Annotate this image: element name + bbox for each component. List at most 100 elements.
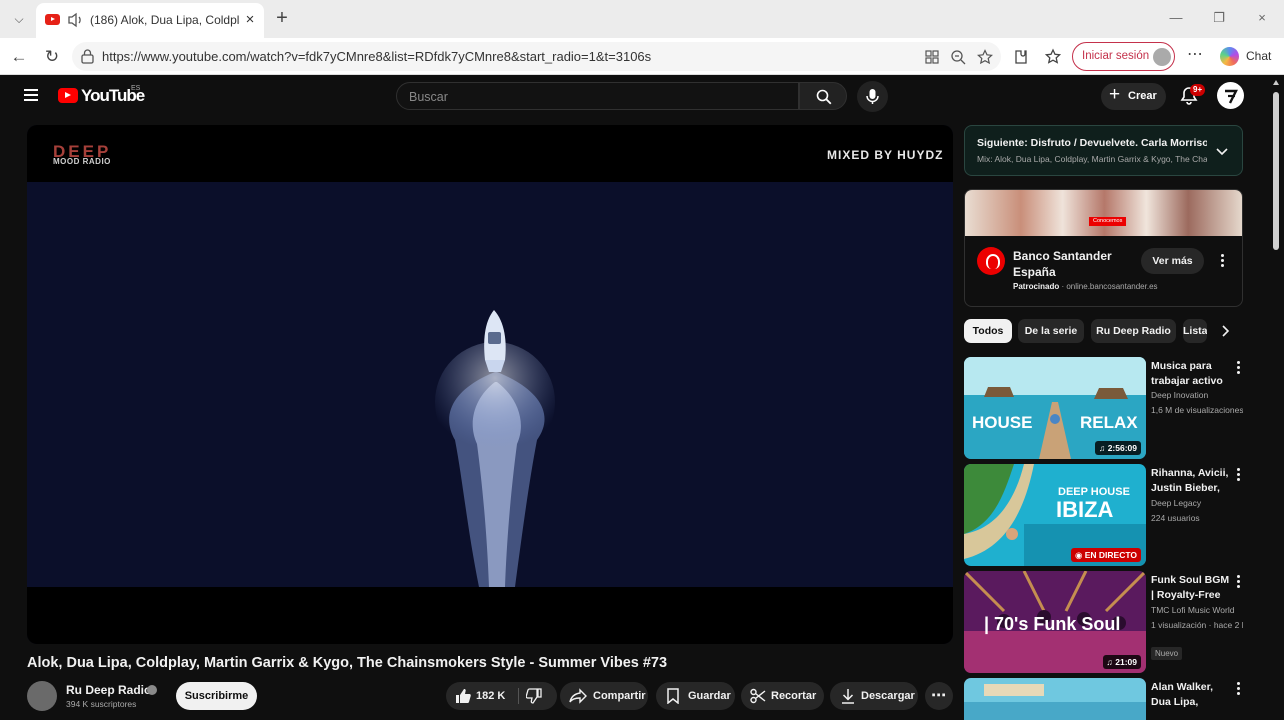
chip-de-la-serie[interactable]: De la serie [1018,319,1084,343]
browser-tab-active[interactable]: (186) Alok, Dua Lipa, Coldplay, Martin G… [36,3,264,38]
signin-label: Iniciar sesión [1082,50,1150,62]
subscriber-count: 394 K suscriptores [66,699,137,709]
chip-label: De la serie [1024,325,1078,337]
video-frame [27,182,953,587]
back-icon[interactable]: ← [9,47,29,67]
copilot-icon[interactable] [1220,47,1239,66]
rec-menu-icon[interactable] [1236,361,1242,375]
rec-menu-icon[interactable] [1236,575,1242,589]
youtube-logo-icon[interactable] [58,88,78,103]
more-icon[interactable]: ⋯ [1186,46,1204,64]
chat-label[interactable]: Chat [1246,49,1271,63]
apps-icon[interactable] [924,49,940,65]
extensions-icon[interactable] [1012,48,1030,66]
up-next-title: Siguiente: Disfruto / Devuelvete. Carla … [977,137,1207,149]
video-thumbnail[interactable]: DEEP HOUSE IBIZA ◉ EN DIRECTO [964,464,1146,566]
bookmark-icon [667,688,679,704]
signin-button[interactable]: Iniciar sesión [1072,42,1175,71]
voice-search-button[interactable] [857,81,888,112]
thumbnail-caption-big: IBIZA [1056,497,1114,522]
recommended-video[interactable]: DEEP HOUSE IBIZA ◉ EN DIRECTO Rihanna, A… [964,464,1244,566]
refresh-icon[interactable]: ↻ [42,47,62,67]
address-toolbar: ← ↻ https://www.youtube.com/watch?v=fdk7… [0,38,1284,75]
download-label: Descargar [861,690,915,702]
video-player[interactable]: DEEP MOOD RADIO MIXED BY HUYDZ [27,125,953,644]
up-next-panel[interactable]: Siguiente: Disfruto / Devuelvete. Carla … [964,125,1243,176]
subscribe-button[interactable]: Suscribirme [176,682,257,710]
download-button[interactable]: Descargar [830,682,918,710]
favorite-icon[interactable] [977,49,993,65]
search-button[interactable] [799,82,847,110]
share-button[interactable]: Compartir [560,682,648,710]
subscribe-label: Suscribirme [184,690,249,702]
minimize-icon[interactable]: — [1168,10,1184,26]
channel-avatar[interactable] [27,681,57,711]
audio-icon[interactable] [67,12,85,28]
zoom-icon[interactable] [950,49,966,65]
chip-todos[interactable]: Todos [964,319,1012,343]
rec-title[interactable]: Musica para trabajar activo [1151,359,1231,389]
create-button[interactable]: + Crear [1101,83,1166,110]
account-avatar[interactable] [1217,82,1244,109]
plus-icon[interactable]: + [272,8,292,30]
duration-text: 2:56:09 [1107,443,1137,453]
new-badge: Nuevo [1151,647,1183,660]
rec-title[interactable]: Funk Soul BGM | Royalty-Free Music [1151,573,1231,603]
rec-menu-icon[interactable] [1236,682,1242,696]
restore-icon[interactable]: ❐ [1211,10,1227,26]
video-thumbnail[interactable]: HOUSE RELAX ♫ 2:56:09 [964,357,1146,459]
thumbs-up-icon[interactable] [455,688,471,704]
search-input[interactable] [409,88,789,106]
live-text: EN DIRECTO [1084,550,1137,560]
rec-channel[interactable]: Deep Legacy [1151,498,1243,508]
menu-icon[interactable] [24,89,38,101]
recommended-video[interactable]: HOUSE RELAX ♫ 2:56:09 Musica para trabaj… [964,357,1244,459]
video-title: Alok, Dua Lipa, Coldplay, Martin Garrix … [27,655,668,671]
up-next-subtitle: Mix: Alok, Dua Lipa, Coldplay, Martin Ga… [977,154,1207,164]
ad-banner-image[interactable]: Conocemos [965,190,1242,236]
thumbs-down-icon[interactable] [526,688,542,704]
video-thumbnail[interactable]: | 70's Funk Soul ♫ 21:09 [964,571,1146,673]
close-icon[interactable]: × [242,11,258,29]
channel-name[interactable]: Ru Deep Radio [66,683,151,697]
collections-icon[interactable] [1044,48,1062,66]
rec-menu-icon[interactable] [1236,468,1242,482]
download-icon [842,689,854,704]
rec-channel[interactable]: TMC Lofi Music World [1151,605,1243,615]
scroll-thumb[interactable] [1273,92,1279,250]
like-divider [518,688,519,704]
chevron-right-icon[interactable] [1218,324,1232,338]
thumbnail-caption-left: HOUSE [972,413,1033,432]
rec-channel[interactable]: Deep Inovation [1151,390,1243,400]
chip-label: Ru Deep Radio [1096,325,1171,337]
clip-button[interactable]: Recortar [741,682,824,710]
thumbnail-caption-right: RELAX [1080,413,1138,432]
rec-title[interactable]: Alan Walker, Dua Lipa, Coldplay [1151,680,1231,710]
recommended-video[interactable]: | 70's Funk Soul ♫ 21:09 Funk Soul BGM |… [964,571,1244,673]
duration-badge: ♫ 21:09 [1102,655,1141,669]
chevron-down-icon[interactable] [1215,144,1229,158]
recommended-video[interactable]: Alan Walker, Dua Lipa, Coldplay [964,678,1244,720]
more-actions-button[interactable]: ⋯ [925,682,953,710]
info-icon[interactable] [80,49,95,64]
chip-ru-deep-radio[interactable]: Ru Deep Radio [1091,319,1176,343]
ad-cta-button[interactable]: Ver más [1141,248,1204,274]
letterbox-bottom [27,587,953,644]
like-count[interactable]: 182 K [476,690,505,702]
sponsored-ad-card[interactable]: Conocemos Banco Santander España Patroci… [964,189,1243,307]
page-scrollbar[interactable] [1272,80,1280,720]
address-field[interactable]: https://www.youtube.com/watch?v=fdk7yCMn… [72,42,1001,71]
chip-listas[interactable]: Listas [1183,319,1207,343]
close-window-icon[interactable]: × [1254,10,1270,26]
share-icon [569,688,587,704]
youtube-favicon-icon [45,14,60,25]
ad-advertiser-name[interactable]: Banco Santander España [1013,248,1137,280]
sponsored-label: Patrocinado [1013,282,1060,291]
rec-title[interactable]: Rihanna, Avicii, Justin Bieber, Selena G… [1151,466,1231,496]
verified-icon [147,685,157,695]
ad-menu-icon[interactable] [1220,254,1226,268]
video-thumbnail[interactable] [964,678,1146,720]
save-button[interactable]: Guardar [656,682,735,710]
scroll-up-icon[interactable] [1273,80,1279,85]
tab-list-icon[interactable]: ⌵ [8,8,30,30]
